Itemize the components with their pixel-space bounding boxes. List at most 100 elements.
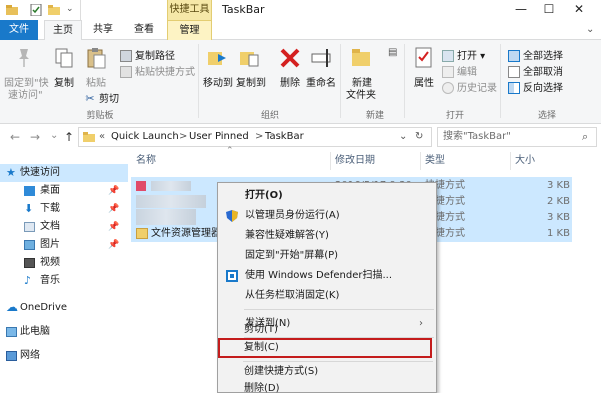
shield-icon bbox=[226, 210, 238, 222]
new-folder-icon bbox=[352, 49, 370, 66]
menu-item-run-as-admin[interactable]: 以管理员身份运行(A) bbox=[219, 206, 435, 226]
nav-item-music[interactable]: ♪ 音乐 bbox=[0, 272, 128, 290]
breadcrumb-user-pinned[interactable]: User Pinned bbox=[189, 128, 249, 146]
nav-item-videos[interactable]: 视频 bbox=[0, 254, 128, 272]
new-folder-button-2[interactable]: 文件夹 bbox=[346, 86, 376, 101]
search-input[interactable]: 搜索"TaskBar" bbox=[437, 127, 597, 147]
close-button[interactable]: ✕ bbox=[564, 0, 594, 20]
recent-locations-button[interactable]: ⌄ bbox=[50, 130, 58, 141]
tab-home[interactable]: 主页 bbox=[44, 20, 82, 41]
paste-shortcut-button[interactable]: 粘贴快捷方式 bbox=[120, 63, 195, 78]
edit-label: 编辑 bbox=[457, 67, 477, 78]
cloud-icon: ☁ bbox=[6, 300, 18, 314]
tab-view[interactable]: 查看 bbox=[127, 20, 161, 40]
address-dropdown-icon[interactable]: ⌄ bbox=[399, 128, 407, 146]
menu-item-cut[interactable]: 剪切(T) bbox=[218, 320, 434, 340]
forward-button[interactable]: → bbox=[30, 130, 40, 144]
ribbon-collapse-icon[interactable]: ⌄ bbox=[586, 24, 594, 35]
minimize-button[interactable]: — bbox=[506, 0, 536, 20]
column-header-type[interactable]: 类型 bbox=[425, 150, 445, 172]
open-button[interactable]: 打开 ▾ bbox=[442, 47, 485, 62]
group-divider bbox=[340, 44, 341, 118]
nav-item-label: 视频 bbox=[40, 257, 60, 268]
menu-item-open[interactable]: 打开(O) bbox=[219, 186, 435, 206]
invert-selection-label: 反向选择 bbox=[523, 83, 563, 94]
pin-quick-access-label-2[interactable]: 速访问" bbox=[8, 86, 43, 101]
file-size: 3 KB bbox=[547, 212, 570, 223]
breadcrumb-quick-launch[interactable]: Quick Launch bbox=[111, 128, 179, 146]
copy-to-button[interactable]: 复制到 bbox=[236, 74, 266, 89]
menu-item-delete[interactable]: 删除(D) bbox=[218, 379, 434, 393]
delete-button[interactable]: 删除 bbox=[280, 74, 300, 89]
refresh-icon[interactable]: ↻ bbox=[415, 128, 423, 146]
new-item-icon[interactable]: ▤ bbox=[388, 47, 397, 58]
search-icon[interactable]: ⌕ bbox=[582, 130, 588, 144]
select-group-label: 选择 bbox=[537, 111, 556, 121]
shortcut-icon bbox=[136, 181, 146, 191]
nav-item-pictures[interactable]: 图片 📌 bbox=[0, 236, 128, 254]
nav-item-onedrive[interactable]: ☁ OneDrive bbox=[0, 299, 128, 317]
rename-icon bbox=[311, 49, 331, 67]
paste-button[interactable]: 粘贴 bbox=[86, 74, 106, 89]
select-none-button[interactable]: 全部取消 bbox=[508, 63, 563, 78]
breadcrumb-separator[interactable]: > bbox=[179, 128, 187, 146]
maximize-button[interactable]: ☐ bbox=[534, 0, 564, 20]
paste-shortcut-label: 粘贴快捷方式 bbox=[135, 67, 195, 78]
column-divider[interactable] bbox=[330, 152, 331, 170]
tab-file[interactable]: 文件 bbox=[0, 20, 38, 40]
breadcrumb-overflow[interactable]: « bbox=[99, 128, 105, 146]
select-none-icon bbox=[508, 66, 520, 78]
pin-icon[interactable]: 📌 bbox=[108, 200, 119, 218]
breadcrumb-taskbar[interactable]: TaskBar bbox=[265, 128, 304, 146]
history-icon bbox=[442, 82, 454, 94]
copy-path-button[interactable]: 复制路径 bbox=[120, 47, 175, 62]
history-label: 历史记录 bbox=[457, 83, 497, 94]
window-title: TaskBar bbox=[222, 3, 265, 16]
cut-button[interactable]: ✂ 剪切 bbox=[84, 90, 119, 106]
address-bar[interactable]: « Quick Launch > User Pinned > TaskBar ⌄… bbox=[78, 127, 432, 147]
select-all-button[interactable]: 全部选择 bbox=[508, 47, 563, 62]
qat-dropdown-icon[interactable]: ⌄ bbox=[66, 4, 74, 14]
back-button[interactable]: ← bbox=[10, 130, 20, 144]
rename-button[interactable]: 重命名 bbox=[306, 74, 336, 89]
move-to-button[interactable]: 移动到 bbox=[203, 74, 233, 89]
history-button[interactable]: 历史记录 bbox=[442, 79, 497, 94]
nav-item-quick-access[interactable]: ★ 快速访问 bbox=[0, 164, 128, 182]
column-divider[interactable] bbox=[420, 152, 421, 170]
properties-button[interactable]: 属性 bbox=[414, 74, 434, 89]
menu-item-label: 兼容性疑难解答(Y) bbox=[245, 230, 329, 241]
menu-item-label: 固定到"开始"屏幕(P) bbox=[245, 250, 339, 261]
nav-item-network[interactable]: 网络 bbox=[0, 347, 128, 365]
up-button[interactable]: ↑ bbox=[64, 130, 74, 144]
edit-button[interactable]: 编辑 bbox=[442, 63, 477, 78]
pin-icon[interactable]: 📌 bbox=[108, 182, 119, 200]
nav-item-downloads[interactable]: ⬇ 下载 📌 bbox=[0, 200, 128, 218]
new-folder-qat-icon[interactable] bbox=[48, 4, 60, 16]
menu-item-defender-scan[interactable]: 使用 Windows Defender扫描... bbox=[219, 266, 435, 286]
column-header-date[interactable]: 修改日期 bbox=[335, 150, 375, 172]
pin-icon[interactable]: 📌 bbox=[108, 218, 119, 236]
nav-item-desktop[interactable]: 桌面 📌 bbox=[0, 182, 128, 200]
nav-item-label: 下载 bbox=[40, 203, 60, 214]
copy-button[interactable]: 复制 bbox=[54, 74, 74, 89]
invert-selection-button[interactable]: 反向选择 bbox=[508, 79, 563, 94]
column-header-name[interactable]: 名称 bbox=[136, 150, 156, 172]
menu-item-copy[interactable]: 复制(C) bbox=[218, 338, 432, 358]
open-icon bbox=[442, 50, 454, 62]
tab-manage[interactable]: 管理 bbox=[167, 20, 212, 40]
column-header-size[interactable]: 大小 bbox=[515, 150, 535, 172]
blurred-name bbox=[136, 209, 196, 226]
pin-icon[interactable]: 📌 bbox=[108, 236, 119, 254]
tab-share[interactable]: 共享 bbox=[86, 20, 120, 40]
nav-item-this-pc[interactable]: 此电脑 bbox=[0, 323, 128, 341]
file-name: 文件资源管理器 bbox=[151, 228, 221, 239]
nav-item-documents[interactable]: 文档 📌 bbox=[0, 218, 128, 236]
column-divider[interactable] bbox=[510, 152, 511, 170]
breadcrumb-separator[interactable]: > bbox=[255, 128, 263, 146]
menu-item-troubleshoot[interactable]: 兼容性疑难解答(Y) bbox=[219, 226, 435, 246]
nav-item-label: 文档 bbox=[40, 221, 60, 232]
properties-qat-icon[interactable] bbox=[30, 4, 42, 16]
menu-item-pin-start[interactable]: 固定到"开始"屏幕(P) bbox=[219, 246, 435, 266]
file-size: 1 KB bbox=[547, 228, 570, 239]
menu-item-unpin-taskbar[interactable]: 从任务栏取消固定(K) bbox=[219, 286, 435, 306]
